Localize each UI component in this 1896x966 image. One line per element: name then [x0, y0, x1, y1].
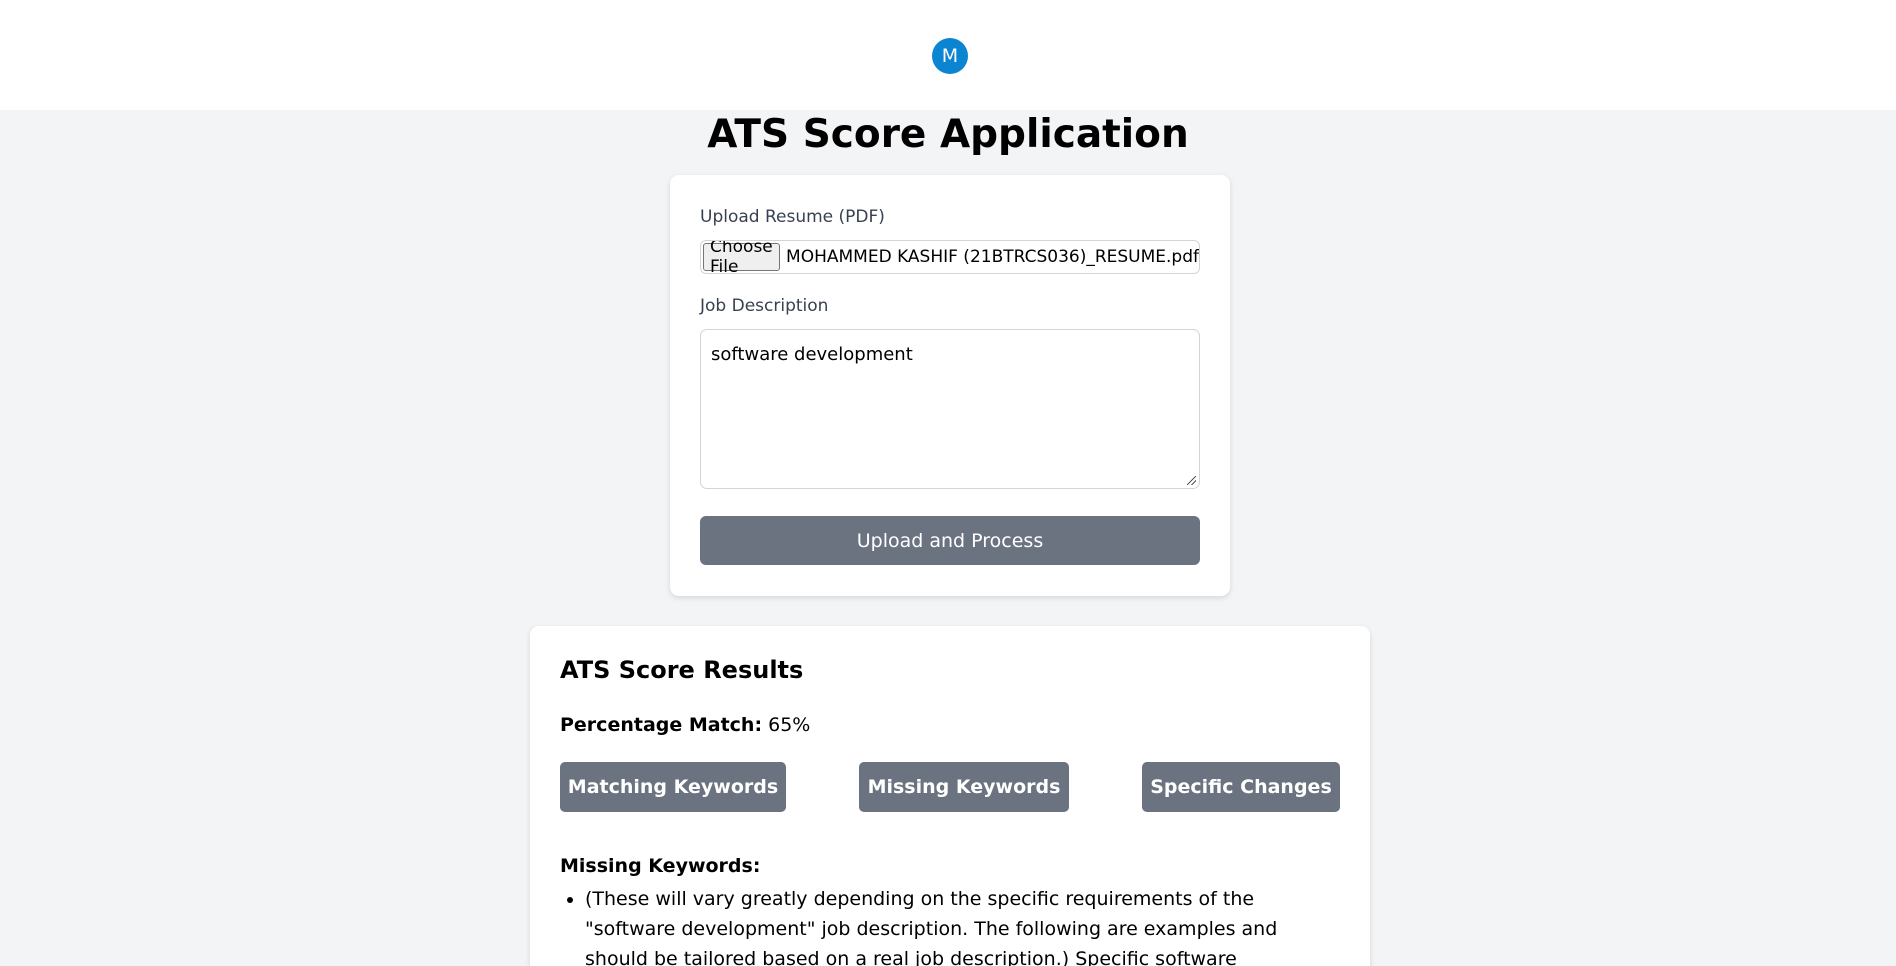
user-avatar[interactable]: M	[932, 38, 968, 74]
missing-keywords-list: (These will vary greatly depending on th…	[585, 884, 1345, 966]
upload-and-process-button[interactable]: Upload and Process	[700, 516, 1200, 565]
job-description-label: Job Description	[700, 296, 829, 316]
job-description-text: software development	[711, 344, 913, 365]
percentage-match-value: 65%	[768, 714, 811, 736]
top-bar: M	[0, 0, 1896, 110]
percentage-match-label: Percentage Match:	[560, 714, 763, 736]
matching-keywords-button[interactable]: Matching Keywords	[560, 762, 786, 812]
resize-handle-icon[interactable]	[1187, 476, 1196, 485]
selected-file-name: MOHAMMED KASHIF (21BTRCS036)_RESUME.pdf	[786, 247, 1199, 267]
list-item: (These will vary greatly depending on th…	[585, 884, 1345, 966]
results-card: ATS Score Results Percentage Match: 65% …	[530, 626, 1370, 966]
job-description-textarea[interactable]: software development	[700, 329, 1200, 489]
section-heading: Missing Keywords:	[560, 855, 761, 877]
percentage-match: Percentage Match: 65%	[560, 714, 810, 736]
results-title: ATS Score Results	[560, 656, 804, 684]
page-title: ATS Score Application	[707, 112, 1189, 157]
missing-keywords-button[interactable]: Missing Keywords	[859, 762, 1069, 812]
resume-upload-label: Upload Resume (PDF)	[700, 207, 885, 227]
upload-card: Upload Resume (PDF) Choose File MOHAMMED…	[670, 175, 1230, 596]
resume-file-input[interactable]: Choose File MOHAMMED KASHIF (21BTRCS036)…	[700, 240, 1200, 274]
choose-file-button[interactable]: Choose File	[703, 241, 781, 273]
specific-changes-button[interactable]: Specific Changes	[1142, 762, 1340, 812]
